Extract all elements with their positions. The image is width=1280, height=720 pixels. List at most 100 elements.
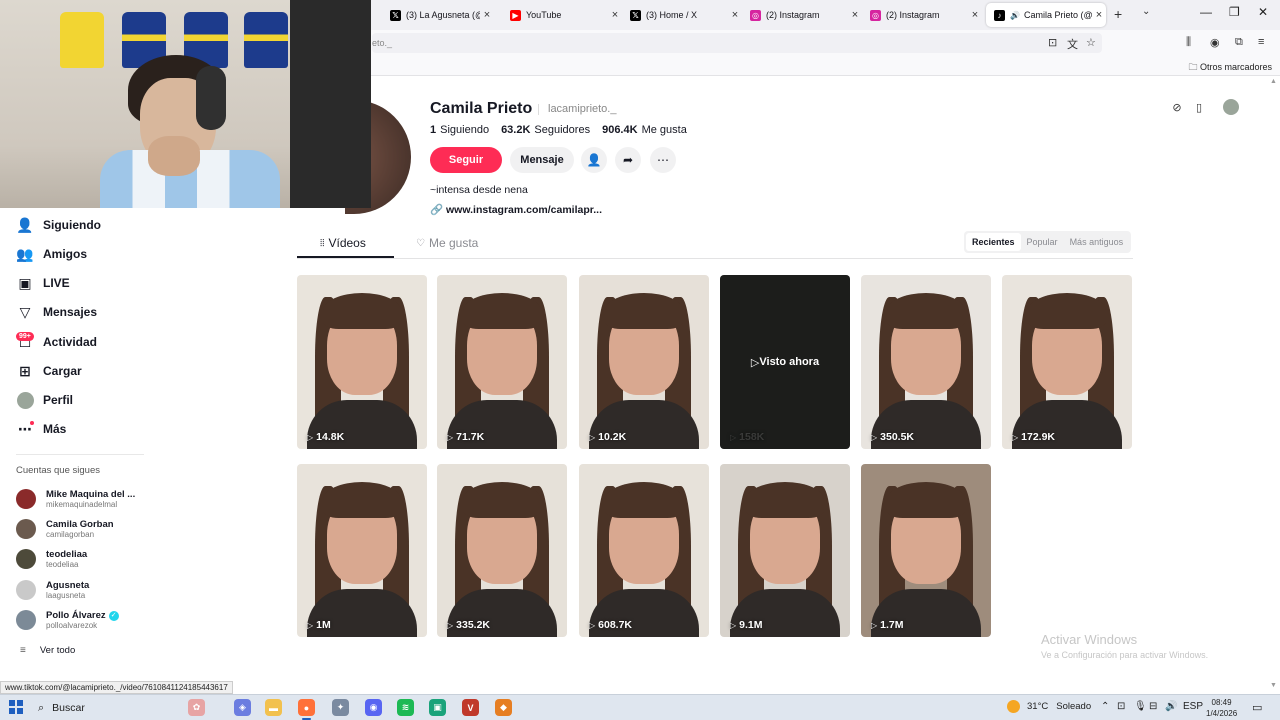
more-options-button[interactable]: ⋯ <box>650 147 676 173</box>
video-thumbnail[interactable]: ▷ 172.9K <box>1002 275 1132 449</box>
suggested-accounts-button[interactable]: 👤 <box>581 147 607 173</box>
video-thumbnail[interactable]: ▷ 9.1M <box>720 464 850 637</box>
taskbar-clock[interactable]: 08:49 1/4/2026 <box>1206 697 1237 719</box>
sort-recent[interactable]: Recientes <box>966 233 1021 251</box>
close-window-icon[interactable]: ✕ <box>1258 5 1268 19</box>
minimize-icon[interactable]: — <box>1200 5 1212 19</box>
followed-account[interactable]: Mike Maquina del ... mikemaquinadelmal <box>16 485 135 513</box>
messages-icon: ▽ <box>19 303 31 320</box>
app-orange-icon[interactable]: ◆ <box>495 699 512 716</box>
microphone-icon[interactable]: 🎙 <box>1134 701 1147 712</box>
volume-icon[interactable]: 🔊 <box>1165 701 1177 712</box>
webcam-door <box>290 0 371 208</box>
video-thumbnail[interactable]: ▷ 335.2K <box>437 464 567 637</box>
input-language[interactable]: ESP <box>1183 701 1203 712</box>
file-explorer-icon[interactable]: ▬ <box>265 699 282 716</box>
stat-followers[interactable]: 63.2K Seguidores <box>501 124 590 136</box>
scroll-down-arrow-icon[interactable]: ▼ <box>1270 682 1277 689</box>
browser-tab[interactable]: ◎ (2) Instagram × <box>862 3 982 27</box>
stat-following[interactable]: 1 Siguiendo <box>430 124 489 136</box>
tab-videos[interactable]: ⦙⦙ Vídeos <box>320 236 366 250</box>
followed-account[interactable]: Pollo Álvarez ✓ polloalvarezok <box>16 606 119 634</box>
video-thumbnail[interactable]: ▷ 1M <box>297 464 427 637</box>
discord-icon[interactable]: ◉ <box>365 699 382 716</box>
weather-widget[interactable]: 31°C Soleado <box>1007 700 1091 713</box>
maximize-icon[interactable]: ❐ <box>1229 5 1240 19</box>
game-app-icon[interactable]: ✦ <box>332 699 349 716</box>
video-thumbnail[interactable]: ▷ 14.8K <box>297 275 427 449</box>
sort-oldest[interactable]: Más antiguos <box>1064 233 1130 251</box>
video-thumbnail[interactable]: ▷ 350.5K <box>861 275 991 449</box>
search-highlight-icon[interactable]: ✿ <box>188 699 205 716</box>
windows-start-icon[interactable] <box>9 700 23 714</box>
sidebar-item-more[interactable]: ⋯ Más <box>16 417 66 441</box>
followed-account[interactable]: teodeliaa teodeliaa <box>16 545 87 573</box>
address-bar[interactable]: eto._ <box>372 33 1102 53</box>
message-button[interactable]: Mensaje <box>510 147 574 173</box>
tray-chevron-icon[interactable]: ⌃ <box>1101 701 1109 712</box>
followed-account[interactable]: Agusneta laagusneta <box>16 576 89 604</box>
bookmark-star-icon[interactable]: ☆ <box>1086 36 1096 49</box>
spotify-icon[interactable]: ≋ <box>397 699 414 716</box>
follow-button[interactable]: Seguir <box>430 147 502 173</box>
sidebar-item-messages[interactable]: ▽ Mensajes <box>16 300 97 324</box>
menu-icon[interactable]: ≡ <box>1258 36 1264 48</box>
see-all-label: Ver todo <box>39 645 76 656</box>
close-tab-icon[interactable]: × <box>728 9 742 21</box>
taskbar-search-label: Buscar <box>52 702 85 714</box>
share-button[interactable]: ➦ <box>615 147 641 173</box>
extensions-icon[interactable]: ⧉ <box>1235 36 1243 49</box>
compass-icon[interactable]: ⊘ <box>1168 98 1186 116</box>
followed-account[interactable]: Camila Gorban camilagorban <box>16 515 114 543</box>
copilot-icon[interactable]: ◈ <box>234 699 251 716</box>
audio-playing-icon[interactable]: 🔊 <box>1010 11 1020 20</box>
video-thumbnail[interactable]: ▷ 10.2K <box>579 275 709 449</box>
browser-tab[interactable]: ◎ (2) Instagram × <box>742 3 862 27</box>
browser-tab-active[interactable]: ♪ 🔊Camila Prieto (@la× <box>986 3 1106 27</box>
following-icon: 👤 <box>16 216 34 233</box>
close-tab-icon[interactable]: × <box>480 9 494 21</box>
windows-activation-watermark: Activar Windows Ve a Configuración para … <box>1041 632 1208 660</box>
sidebar-item-friends[interactable]: 👥 Amigos <box>16 242 87 266</box>
sun-icon <box>1007 700 1020 713</box>
stat-label: Siguiendo <box>440 124 490 136</box>
tray-app-icon[interactable]: ⊡ <box>1117 701 1125 712</box>
video-thumbnail[interactable]: ▷ 608.7K <box>579 464 709 637</box>
scroll-up-arrow-icon[interactable]: ▲ <box>1270 78 1277 85</box>
profile-link[interactable]: 🔗 www.instagram.com/camilapr... <box>430 203 602 216</box>
close-tab-icon[interactable]: × <box>848 9 862 21</box>
translate-icon[interactable]: 文 <box>1067 36 1078 52</box>
tab-list-chevron-icon[interactable]: ⌄ <box>1142 6 1150 17</box>
sidebar-item-profile[interactable]: Perfil <box>16 388 73 412</box>
video-thumbnail[interactable]: ▷ 1.7M <box>861 464 991 637</box>
voicemeeter-icon[interactable]: V <box>462 699 479 716</box>
sidebar-item-upload[interactable]: ⊞ Cargar <box>16 359 82 383</box>
webcam-person-hand <box>148 136 200 176</box>
app-icon[interactable]: ▣ <box>429 699 446 716</box>
browser-tab[interactable]: ▶ YouTube × <box>502 3 622 27</box>
browser-tab[interactable]: 𝕏 (3) La Agusneta (@La× <box>382 3 494 27</box>
user-avatar[interactable] <box>1223 99 1239 115</box>
library-icon[interactable]: ⫼ <box>1186 36 1191 49</box>
tab-liked[interactable]: ♡ Me gusta <box>416 236 478 250</box>
close-tab-icon[interactable]: × <box>1092 9 1106 21</box>
new-tab-icon[interactable]: + <box>1114 6 1122 22</box>
notifications-icon[interactable]: ▭ <box>1252 701 1262 714</box>
sort-popular[interactable]: Popular <box>1021 233 1064 251</box>
sidebar-item-live[interactable]: ▣ LIVE <box>16 271 69 295</box>
account-icon[interactable]: ◉ <box>1210 36 1220 49</box>
install-app-icon[interactable]: ⊡ <box>1048 36 1057 49</box>
firefox-icon[interactable]: ● <box>298 699 315 720</box>
sidebar-item-following[interactable]: 👤 Siguiendo <box>16 213 101 237</box>
close-tab-icon[interactable]: × <box>608 9 622 21</box>
thumbnail-figure <box>887 293 965 329</box>
browser-tab-title: Camila Prieto (@la <box>1023 10 1092 20</box>
video-thumbnail[interactable]: ▷ 71.7K <box>437 275 567 449</box>
browser-tab[interactable]: 𝕏 (3) Home / X × <box>622 3 742 27</box>
video-thumbnail[interactable]: ▷ 158K ▷ Visto ahora <box>720 275 850 449</box>
network-icon[interactable]: ⊟ <box>1149 701 1157 712</box>
other-bookmarks[interactable]: 🗀 Otros marcadores <box>1188 60 1272 76</box>
close-tab-icon[interactable]: × <box>968 9 982 21</box>
device-icon[interactable]: ▯ <box>1190 98 1208 116</box>
see-all-link[interactable]: ≡ Ver todo <box>20 645 75 656</box>
